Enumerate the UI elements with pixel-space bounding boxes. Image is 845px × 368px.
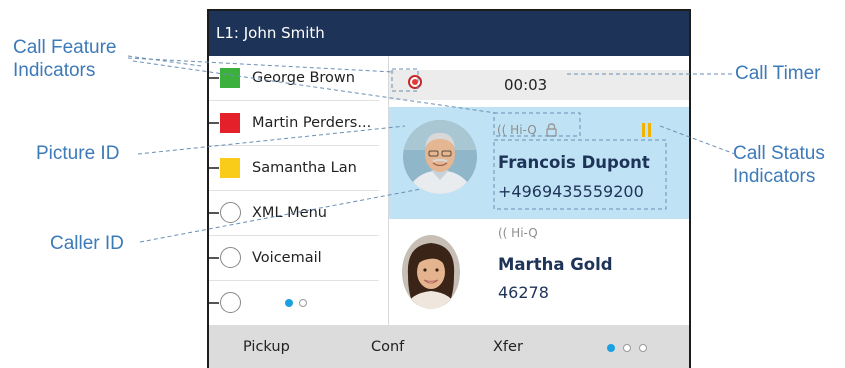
caller-number: +4969435559200 [498,182,644,201]
line-key-martin-perders[interactable]: Martin Perders... [209,101,379,146]
line-key-empty[interactable] [209,281,379,326]
hi-q-audio-badge: (( Hi-Q [497,123,537,137]
page-dot[interactable] [299,299,307,307]
call-timer-bar: 00:03 [389,70,689,100]
line-key-tick [209,212,219,214]
softkey-page-dot-active[interactable] [607,344,615,352]
softkey-page-dot[interactable] [623,344,631,352]
phone-screen: L1: John Smith George Brown Martin Perde… [207,9,691,368]
page-dot-active[interactable] [285,299,293,307]
line-key-tick [209,302,219,304]
line-key-circle-icon [220,202,241,223]
callout-call-timer: Call Timer [735,63,821,84]
line-key-circle-icon [220,292,241,313]
caller-name: Martha Gold [498,255,613,274]
caller-number: 46278 [498,283,549,302]
softkey-bar: Pickup Conf Xfer [209,325,689,368]
callout-call-feature-line1: Call Feature [13,37,117,58]
line-key-tick [209,167,219,169]
line-key-xml-menu[interactable]: XML Menu [209,191,379,236]
recording-icon [408,75,422,89]
callout-call-status-indicators: Call Status Indicators [733,142,825,188]
busy-lamp-green-icon [220,68,240,88]
line-key-label: Martin Perders... [252,115,372,131]
call-timer: 00:03 [504,76,548,94]
line-key-label: Samantha Lan [252,160,357,176]
line-key-tick [209,257,219,259]
softkey-conf[interactable]: Conf [371,325,404,368]
hi-q-audio-badge: (( Hi-Q [498,226,538,240]
line-key-voicemail[interactable]: Voicemail [209,236,379,281]
call-area: 00:03 (( Hi-Q Francois Dupont +496943555… [389,56,689,325]
softkey-pickup[interactable]: Pickup [243,325,290,368]
line-title-bar: L1: John Smith [209,11,689,56]
line-key-label: George Brown [252,70,355,86]
caller-photo-martha [402,235,460,309]
softkey-page-dot[interactable] [639,344,647,352]
active-call-card[interactable]: (( Hi-Q Francois Dupont +4969435559200 [389,107,689,219]
callout-caller-id: Caller ID [50,233,124,254]
line-key-circle-icon [220,247,241,268]
callout-call-status-line1: Call Status [733,143,825,164]
callout-picture-id: Picture ID [36,143,120,164]
pause-icon [642,123,654,137]
busy-lamp-red-icon [220,113,240,133]
line-key-label: XML Menu [252,205,327,221]
line-key-george-brown[interactable]: George Brown [209,56,379,101]
held-call-card[interactable]: (( Hi-Q Martha Gold 46278 [389,219,689,325]
line-title: L1: John Smith [216,24,325,42]
softkey-xfer[interactable]: Xfer [493,325,523,368]
padlock-icon [546,122,557,137]
callout-call-feature-indicators: Call Feature Indicators [13,36,117,82]
callout-call-feature-line2: Indicators [13,60,96,81]
caller-photo-francois [403,120,477,194]
line-key-tick [209,122,219,124]
callout-call-status-line2: Indicators [733,166,816,187]
caller-name: Francois Dupont [498,153,650,172]
busy-lamp-yellow-icon [220,158,240,178]
line-key-label: Voicemail [252,250,322,266]
line-key-tick [209,77,219,79]
line-key-sidebar: George Brown Martin Perders... Samantha … [209,56,389,325]
line-key-samantha-lan[interactable]: Samantha Lan [209,146,379,191]
leader-call-feature-to-line-keys [127,55,202,67]
